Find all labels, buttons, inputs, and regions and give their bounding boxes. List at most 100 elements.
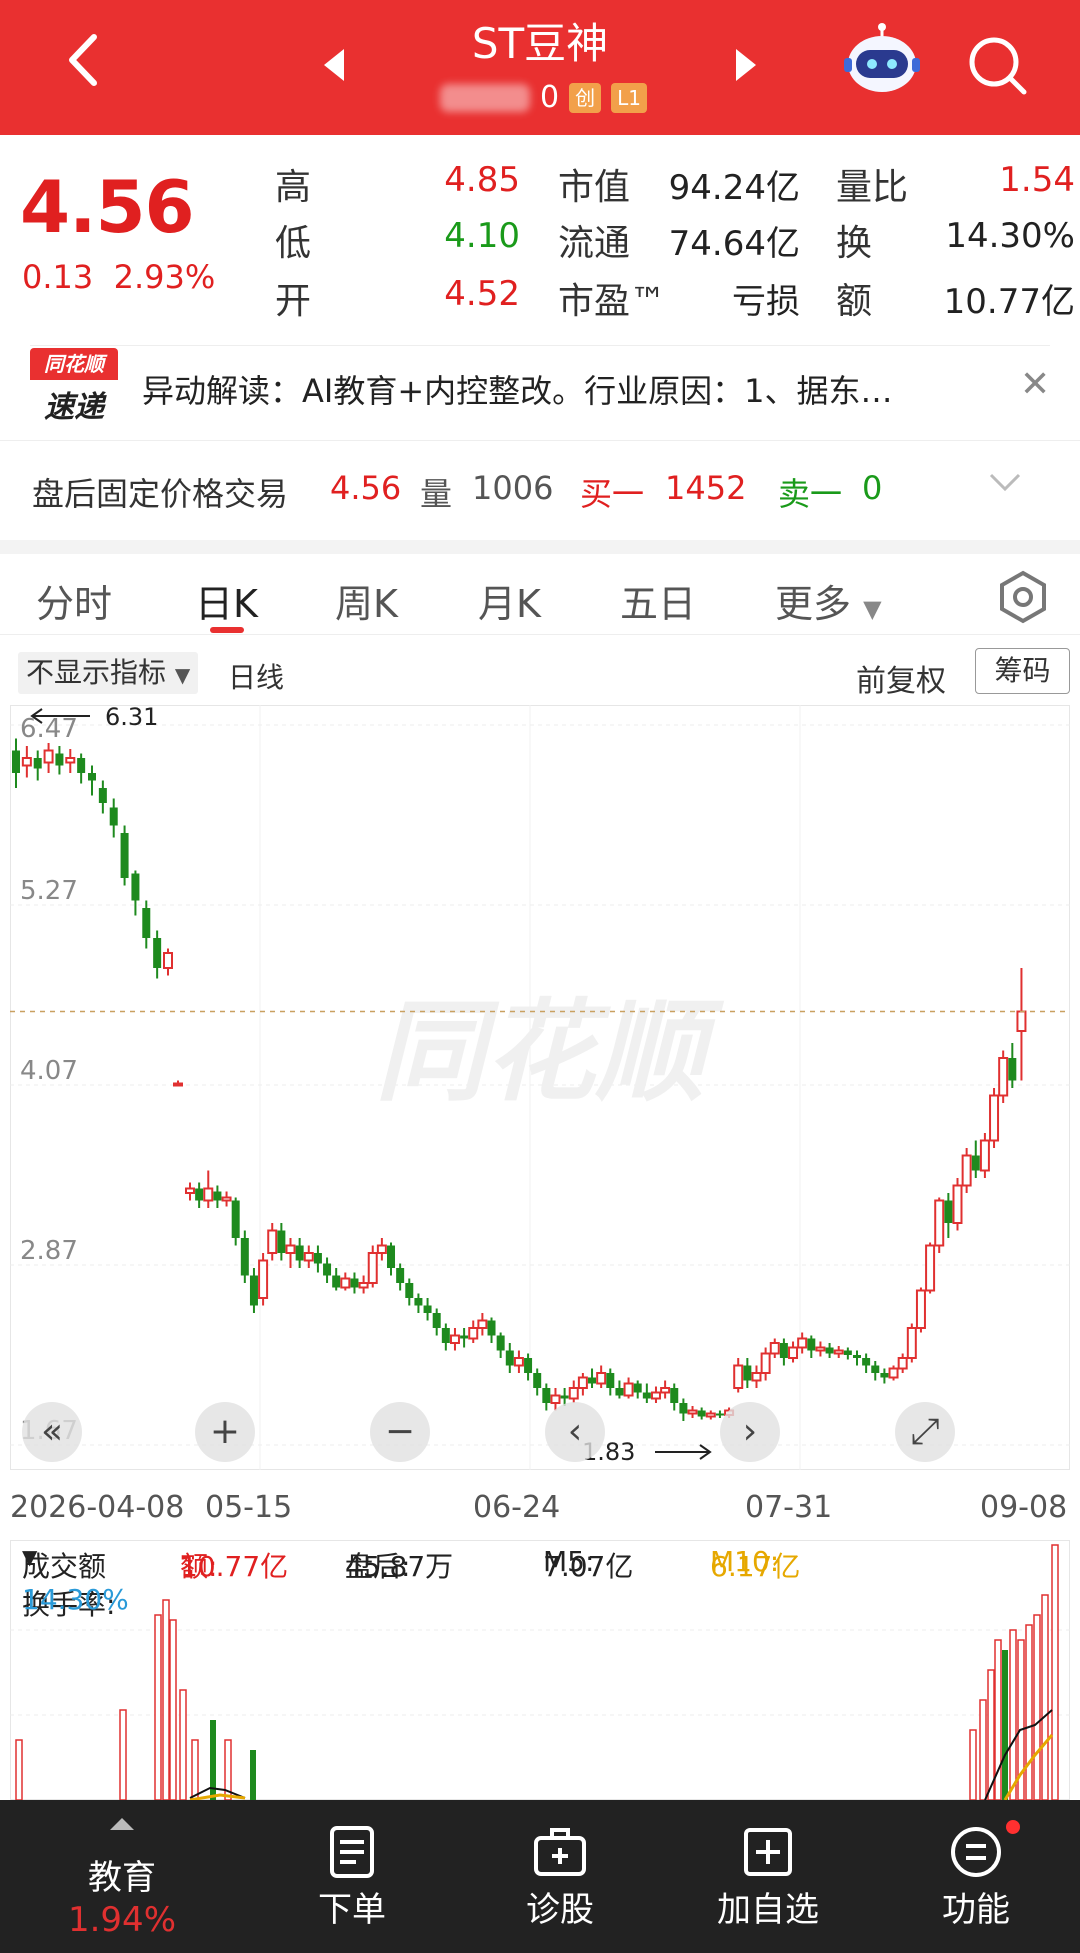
candle-body <box>441 1328 450 1343</box>
zoom-in-icon[interactable]: + <box>195 1402 255 1462</box>
news-text[interactable]: 异动解读：AI教育+内控整改。行业原因：1、据东… <box>142 366 893 412</box>
candle-body <box>513 1357 524 1367</box>
nav-functions[interactable]: 功能 <box>876 1800 1076 1953</box>
search-icon[interactable] <box>962 30 1032 100</box>
volume-bar <box>1002 1650 1008 1800</box>
nav-add-watchlist-label: 加自选 <box>717 1890 819 1930</box>
candle-body <box>185 1187 195 1194</box>
volume-bar <box>1041 1594 1049 1800</box>
volume-bar <box>1033 1614 1041 1800</box>
candle-body <box>807 1338 816 1351</box>
candle-body <box>971 1155 980 1171</box>
max-price-label: 6.31 <box>105 705 158 731</box>
control-glyph: ⤢ <box>911 1411 940 1452</box>
caret-up-icon <box>110 1818 134 1830</box>
kline-chart[interactable]: 6.475.274.072.871.67同花顺6.311.83«+−‹›⤢ <box>10 705 1070 1470</box>
price-change: 0.13 2.93% <box>22 258 215 296</box>
control-glyph: « <box>41 1411 63 1452</box>
volume-bar <box>169 1619 177 1800</box>
control-glyph: + <box>210 1411 240 1452</box>
candle-body <box>880 1373 889 1378</box>
candle-body <box>203 1187 214 1202</box>
tab-intraday[interactable]: 分时 <box>36 573 112 628</box>
prev-icon[interactable]: ‹ <box>545 1402 605 1462</box>
candle-body <box>163 952 173 969</box>
candle-body <box>460 1335 469 1339</box>
chips-button[interactable]: 筹码 <box>975 648 1070 694</box>
bottom-nav: 教育 1.94% 下单 诊股 加自选 功能 <box>0 1800 1080 1953</box>
candle-body <box>979 1139 990 1172</box>
volume-bar <box>179 1689 187 1800</box>
nav-order-label: 下单 <box>318 1890 386 1930</box>
candle-body <box>925 1244 936 1292</box>
candle-body <box>277 1230 286 1253</box>
candle-body <box>332 1275 341 1288</box>
candle-body <box>21 757 32 767</box>
next-stock-icon[interactable] <box>730 45 760 85</box>
indicator-select-label: 不显示指标 <box>26 656 167 689</box>
tab-five-day[interactable]: 五日 <box>620 573 696 628</box>
badge-chuang: 创 <box>569 82 602 113</box>
robot-assistant-icon[interactable] <box>842 20 922 100</box>
amount-label: 额 <box>836 281 873 322</box>
candle-body <box>77 758 86 773</box>
adjust-mode[interactable]: 前复权 <box>856 656 946 700</box>
candle-body <box>350 1278 359 1288</box>
open-label: 开 <box>275 281 312 322</box>
candle-body <box>33 758 42 769</box>
candle-body <box>952 1184 963 1224</box>
high-value: 4.85 <box>444 160 520 200</box>
candle-body <box>760 1352 771 1374</box>
news-banner[interactable]: 同花顺 速递 异动解读：AI教育+内控整改。行业原因：1、据东… ✕ <box>30 345 1050 435</box>
fullscreen-icon[interactable]: ⤢ <box>895 1402 955 1462</box>
caret-down-icon: ▼ <box>22 1545 38 1569</box>
close-icon[interactable]: ✕ <box>1020 364 1050 405</box>
open-value: 4.52 <box>444 274 520 314</box>
buy1-value: 1452 <box>665 469 747 507</box>
chevron-down-icon[interactable] <box>985 461 1025 509</box>
amount-value: 10.77亿 <box>943 282 1075 322</box>
candle-body <box>633 1383 642 1393</box>
x-tick: 07-31 <box>745 1490 833 1525</box>
candle-body <box>568 1387 579 1400</box>
volume-bar <box>119 1709 127 1800</box>
candle-body <box>295 1245 304 1261</box>
volume-bar <box>15 1739 23 1800</box>
candle-body <box>697 1410 706 1417</box>
candle-body <box>12 750 20 773</box>
current-price: 4.56 <box>20 165 195 249</box>
indicator-select[interactable]: 不显示指标 ▼ <box>18 652 199 694</box>
after-hours-row[interactable]: 盘后固定价格交易 4.56 量 1006 买一 1452 卖一 0 <box>0 440 1080 540</box>
nav-order[interactable]: 下单 <box>252 1800 452 1953</box>
caret-down-icon: ▼ <box>863 595 882 623</box>
rewind-icon[interactable]: « <box>22 1402 82 1462</box>
candle-body <box>195 1188 204 1201</box>
volume-header: 成交额 ▼ 额: 10.77亿 盘后: 45.87万 M5: 7.07亿 M10: 6.… <box>10 1545 1070 1625</box>
candle-body <box>934 1199 945 1247</box>
tab-more[interactable]: 更多 ▼ <box>775 573 882 628</box>
nav-diagnose[interactable]: 诊股 <box>460 1800 660 1953</box>
x-tick: 09-08 <box>980 1490 1068 1525</box>
blurred-code <box>440 83 530 112</box>
volume-bar <box>969 1729 977 1800</box>
settings-hex-icon[interactable] <box>995 569 1051 629</box>
candle-body <box>88 773 96 781</box>
nav-add-watchlist[interactable]: 加自选 <box>668 1800 868 1953</box>
candle-body <box>65 757 76 764</box>
x-tick: 2026-04-08 <box>10 1490 185 1525</box>
candle-body <box>815 1346 826 1352</box>
nav-education[interactable]: 教育 1.94% <box>22 1800 222 1953</box>
candle-body <box>387 1245 396 1268</box>
candle-body <box>888 1367 899 1379</box>
candle-body <box>43 749 54 764</box>
next-icon[interactable]: › <box>720 1402 780 1462</box>
tab-daily-k[interactable]: 日K <box>195 573 258 628</box>
volume-bar <box>191 1739 199 1800</box>
candle-body <box>285 1244 296 1254</box>
tab-monthly-k[interactable]: 月K <box>478 573 541 628</box>
candle-body <box>1016 1010 1027 1032</box>
tab-weekly-k[interactable]: 周K <box>335 573 398 628</box>
candle-body <box>496 1335 505 1351</box>
zoom-out-icon[interactable]: − <box>370 1402 430 1462</box>
low-value: 4.10 <box>444 216 520 256</box>
